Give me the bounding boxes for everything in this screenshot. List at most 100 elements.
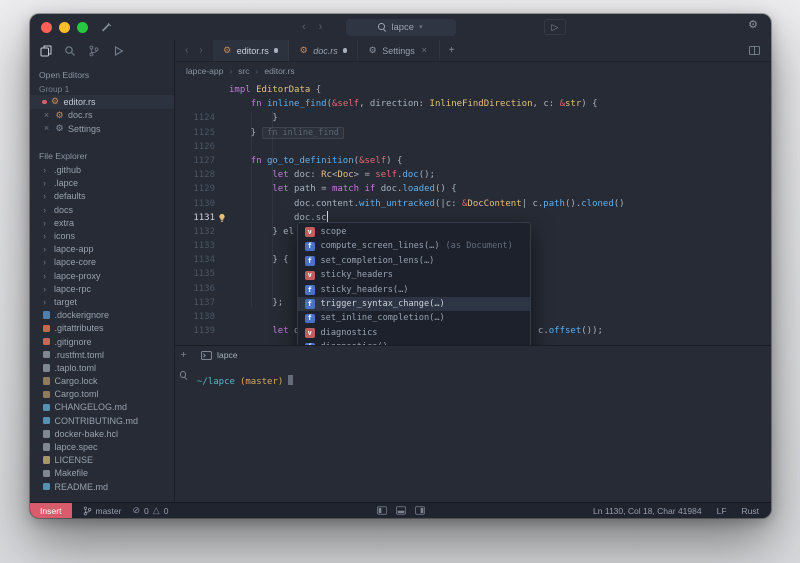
- file-icon: [43, 311, 50, 319]
- tree-file[interactable]: .taplo.toml: [30, 361, 174, 374]
- new-tab-button[interactable]: +: [440, 45, 464, 56]
- panel-search-icon[interactable]: [180, 371, 188, 379]
- completion-item[interactable]: vscope: [298, 225, 530, 239]
- terminal-cursor: [288, 375, 293, 385]
- completion-item[interactable]: fset_inline_completion(…): [298, 311, 530, 325]
- code-line[interactable]: 1128 let doc: Rc<Doc> = self.doc();: [175, 168, 771, 182]
- tree-file[interactable]: .gitignore: [30, 335, 174, 348]
- toggle-right-panel-icon[interactable]: [415, 506, 425, 515]
- tree-file[interactable]: LICENSE: [30, 454, 174, 467]
- tree-file[interactable]: docker-bake.hcl: [30, 427, 174, 440]
- language-mode[interactable]: Rust: [742, 506, 759, 516]
- nav-forward-button[interactable]: ›: [319, 21, 323, 33]
- file-explorer-header[interactable]: File Explorer: [30, 149, 174, 164]
- gutter-action-slot[interactable]: [215, 211, 229, 225]
- tab-scroll-right-button[interactable]: ›: [199, 45, 202, 56]
- cursor-position[interactable]: Ln 1130, Col 18, Char 41984: [593, 506, 702, 516]
- tree-folder[interactable]: ›extra: [30, 216, 174, 229]
- tree-folder[interactable]: ›.github: [30, 164, 174, 177]
- tree-folder[interactable]: ›lapce-app: [30, 243, 174, 256]
- tab-editor.rs[interactable]: ⚙editor.rs: [213, 40, 290, 61]
- gutter-action-slot: [215, 168, 229, 182]
- split-editor-icon[interactable]: [749, 46, 771, 55]
- completion-item[interactable]: vsticky_headers: [298, 268, 530, 282]
- tab-scroll-left-button[interactable]: ‹: [185, 45, 188, 56]
- activity-explorer-icon[interactable]: [40, 45, 52, 57]
- toggle-left-panel-icon[interactable]: [377, 506, 387, 515]
- close-icon[interactable]: ×: [420, 46, 429, 55]
- close-window-button[interactable]: [41, 22, 52, 33]
- activity-debug-icon[interactable]: [112, 45, 124, 57]
- tree-file[interactable]: README.md: [30, 480, 174, 493]
- settings-gear-icon[interactable]: ⚙: [748, 20, 758, 31]
- tree-folder[interactable]: ›target: [30, 295, 174, 308]
- tab-Settings[interactable]: ⚙Settings×: [358, 40, 440, 61]
- folder-name: .github: [54, 165, 81, 175]
- tree-folder[interactable]: ›docs: [30, 203, 174, 216]
- tree-file[interactable]: CONTRIBUTING.md: [30, 414, 174, 427]
- breadcrumb-item[interactable]: editor.rs: [264, 66, 294, 76]
- tree-folder[interactable]: ›lapce-proxy: [30, 269, 174, 282]
- function-kind-icon: f: [305, 285, 315, 295]
- code-editor[interactable]: impl EditorData { fn inline_find(&self, …: [175, 80, 771, 345]
- code-line[interactable]: 1127 fn go_to_definition(&self) {: [175, 154, 771, 168]
- diagnostics[interactable]: ⊘ 0 △ 0: [132, 506, 168, 516]
- tree-file[interactable]: Makefile: [30, 467, 174, 480]
- completion-item[interactable]: fcompute_screen_lines(…) (as Document): [298, 239, 530, 253]
- tree-folder[interactable]: ›defaults: [30, 190, 174, 203]
- tree-folder[interactable]: ›lapce-rpc: [30, 282, 174, 295]
- tab-doc.rs[interactable]: ⚙doc.rs: [289, 40, 358, 61]
- tree-file[interactable]: Cargo.toml: [30, 388, 174, 401]
- tool-icon[interactable]: [102, 22, 112, 32]
- tree-folder[interactable]: ›.lapce: [30, 177, 174, 190]
- completion-item[interactable]: fdiagnostics(): [298, 340, 530, 345]
- completion-item[interactable]: fset_completion_lens(…): [298, 254, 530, 268]
- tree-file[interactable]: Cargo.lock: [30, 375, 174, 388]
- open-editor-item[interactable]: ×⚙Settings: [30, 122, 174, 136]
- status-bar: Insert master ⊘ 0 △ 0 Ln 1130, Col 18, C…: [30, 502, 771, 518]
- tree-folder[interactable]: ›icons: [30, 229, 174, 242]
- zoom-window-button[interactable]: [77, 22, 88, 33]
- completion-item[interactable]: fsticky_headers(…): [298, 283, 530, 297]
- code-line[interactable]: 1125 }fn inline_find: [175, 126, 771, 140]
- git-branch[interactable]: master: [83, 506, 122, 516]
- tree-folder[interactable]: ›lapce-core: [30, 256, 174, 269]
- activity-source-control-icon[interactable]: [88, 45, 100, 57]
- open-editor-item[interactable]: ⚙editor.rs: [30, 95, 174, 109]
- breadcrumb-item[interactable]: lapce-app: [186, 66, 223, 76]
- minimize-window-button[interactable]: [59, 22, 70, 33]
- open-editors-header[interactable]: Open Editors: [30, 67, 174, 82]
- completion-item[interactable]: vdiagnostics: [298, 326, 530, 340]
- breadcrumb-item[interactable]: src: [238, 66, 249, 76]
- open-editor-item[interactable]: ×⚙doc.rs: [30, 109, 174, 123]
- file-name: docker-bake.hcl: [55, 429, 119, 439]
- terminal[interactable]: ~/lapce(master): [192, 364, 771, 398]
- code-line[interactable]: 1130 doc.content.with_untracked(|c: &Doc…: [175, 197, 771, 211]
- variable-kind-icon: v: [305, 227, 315, 237]
- close-icon[interactable]: ×: [42, 124, 51, 133]
- sticky-code-line[interactable]: impl EditorData {: [175, 83, 771, 97]
- terminal-tab[interactable]: lapce: [192, 346, 247, 364]
- close-icon[interactable]: ×: [42, 111, 51, 120]
- activity-search-icon[interactable]: [64, 45, 76, 57]
- tree-file[interactable]: .dockerignore: [30, 309, 174, 322]
- nav-back-button[interactable]: ‹: [302, 21, 306, 33]
- titlebar[interactable]: ‹ › lapce ▾ ▷ ⚙: [30, 14, 771, 40]
- gutter-action-slot: [215, 296, 229, 310]
- tree-file[interactable]: lapce.spec: [30, 440, 174, 453]
- toggle-bottom-panel-icon[interactable]: [396, 506, 406, 515]
- gear-icon: ⚙: [55, 124, 64, 133]
- sticky-code-line[interactable]: fn inline_find(&self, direction: InlineF…: [175, 97, 771, 111]
- code-line[interactable]: 1129 let path = match if doc.loaded() {: [175, 182, 771, 196]
- tree-file[interactable]: .gitattributes: [30, 322, 174, 335]
- tree-file[interactable]: .rustfmt.toml: [30, 348, 174, 361]
- tree-file[interactable]: CHANGELOG.md: [30, 401, 174, 414]
- code-line[interactable]: 1126: [175, 140, 771, 154]
- code-line[interactable]: 1124 }: [175, 111, 771, 125]
- completion-item[interactable]: ftrigger_syntax_change(…): [298, 297, 530, 311]
- command-palette[interactable]: lapce ▾: [346, 19, 456, 36]
- new-terminal-button[interactable]: +: [181, 351, 187, 361]
- run-button[interactable]: ▷: [544, 19, 566, 35]
- editor-group-label[interactable]: Group 1: [30, 82, 174, 95]
- line-ending[interactable]: LF: [717, 506, 727, 516]
